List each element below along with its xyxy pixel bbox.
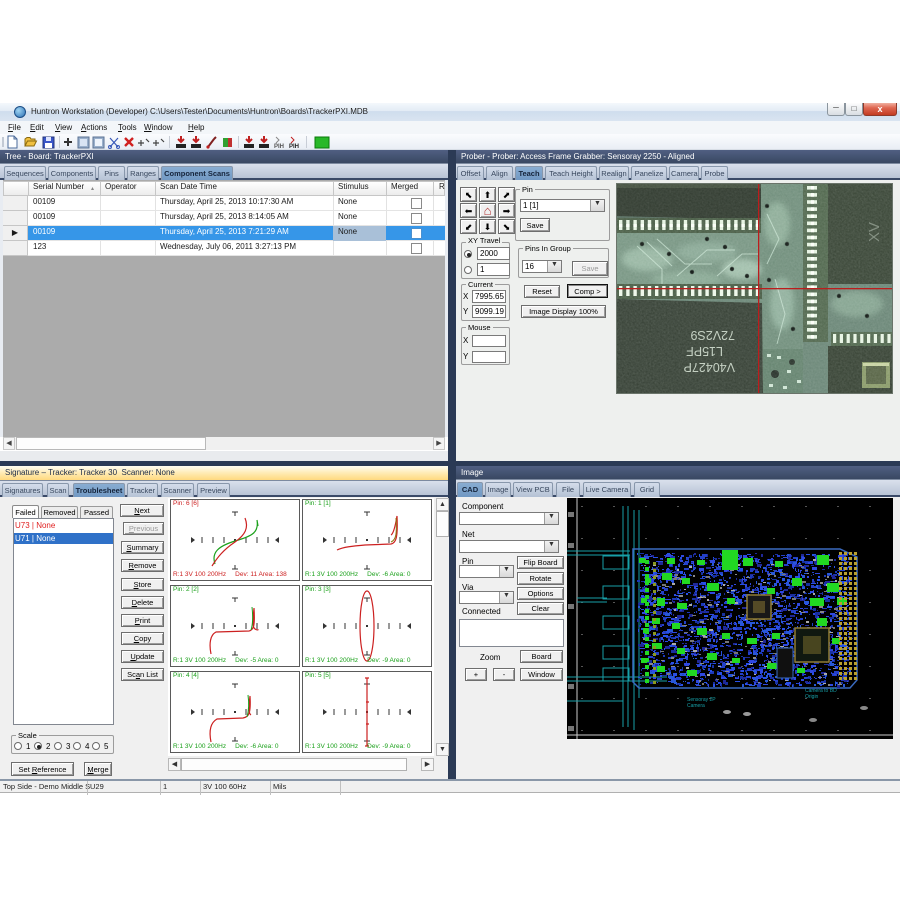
svg-text:Camera: Camera: [687, 703, 705, 709]
svg-text:Origin: Origin: [805, 694, 819, 700]
